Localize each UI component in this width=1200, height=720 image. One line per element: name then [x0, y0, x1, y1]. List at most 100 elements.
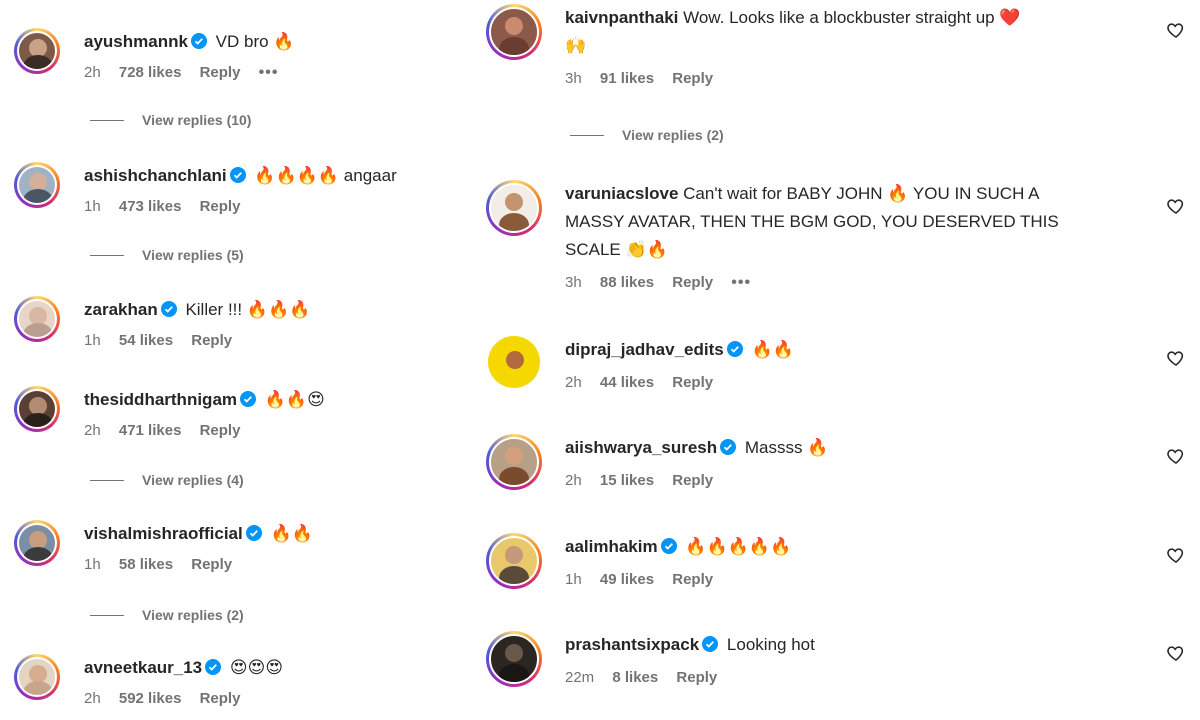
likes-count[interactable]: 44 likes [600, 374, 654, 391]
view-replies-button[interactable]: View replies (2) [90, 607, 244, 623]
comment-username[interactable]: prashantsixpack [565, 635, 699, 654]
view-replies-label: View replies (10) [142, 112, 252, 128]
comment-text: 🔥🔥 [751, 340, 794, 359]
comment-username[interactable]: avneetkaur_13 [84, 658, 202, 677]
verified-badge-icon [726, 341, 743, 357]
like-heart-icon[interactable] [1166, 348, 1186, 368]
likes-count[interactable]: 54 likes [119, 332, 173, 349]
comment-text-continued: 🙌 [565, 36, 587, 55]
reply-button[interactable]: Reply [672, 374, 713, 391]
likes-count[interactable]: 91 likes [600, 70, 654, 87]
avatar[interactable] [486, 180, 542, 236]
verified-badge-icon [240, 391, 257, 407]
avatar[interactable] [14, 296, 60, 342]
divider [90, 480, 124, 481]
verified-badge-icon [720, 439, 737, 455]
verified-badge-icon [205, 659, 222, 675]
likes-count[interactable]: 728 likes [119, 64, 182, 81]
comment-username[interactable]: aiishwarya_suresh [565, 438, 717, 457]
comment-text: Looking hot [726, 635, 815, 654]
likes-count[interactable]: 471 likes [119, 422, 182, 439]
comment-text: Massss 🔥 [744, 438, 829, 457]
avatar[interactable] [14, 520, 60, 566]
comment-username[interactable]: dipraj_jadhav_edits [565, 340, 724, 359]
comment-text: 🔥🔥 [270, 524, 313, 543]
comment-time: 2h [84, 690, 101, 707]
comment-username[interactable]: aalimhakim [565, 537, 658, 556]
comment-text: Killer !!! 🔥🔥🔥 [185, 300, 311, 319]
like-heart-icon[interactable] [1166, 446, 1186, 466]
reply-button[interactable]: Reply [200, 198, 241, 215]
reply-button[interactable]: Reply [672, 472, 713, 489]
comment-time: 22m [565, 669, 595, 686]
avatar[interactable] [486, 533, 542, 589]
comment-username[interactable]: zarakhan [84, 300, 158, 319]
comment-text: VD bro 🔥 [215, 32, 295, 51]
reply-button[interactable]: Reply [672, 274, 713, 291]
more-options-button[interactable]: ••• [731, 274, 751, 291]
comment-time: 1h [84, 556, 101, 573]
reply-button[interactable]: Reply [200, 422, 241, 439]
view-replies-button[interactable]: View replies (2) [570, 127, 724, 143]
view-replies-label: View replies (2) [622, 127, 724, 143]
comment-time: 2h [84, 64, 101, 81]
comment-time: 2h [565, 374, 582, 391]
comments-column-right: kaivnpanthaki Wow. Looks like a blockbus… [470, 0, 1200, 720]
reply-button[interactable]: Reply [191, 332, 232, 349]
divider [570, 135, 604, 136]
comment-username[interactable]: ayushmannk [84, 32, 188, 51]
comment-username[interactable]: thesiddharthnigam [84, 390, 237, 409]
verified-badge-icon [702, 636, 719, 652]
view-replies-button[interactable]: View replies (4) [90, 472, 244, 488]
comment-text: 🔥🔥😍 [264, 390, 325, 409]
comment-text: 🔥🔥🔥🔥 angaar [254, 166, 397, 185]
like-heart-icon[interactable] [1166, 20, 1186, 40]
verified-badge-icon [160, 301, 177, 317]
likes-count[interactable]: 49 likes [600, 571, 654, 588]
divider [90, 615, 124, 616]
avatar[interactable] [14, 28, 60, 74]
comment-username[interactable]: vishalmishraofficial [84, 524, 243, 543]
reply-button[interactable]: Reply [676, 669, 717, 686]
comment-time: 1h [84, 332, 101, 349]
view-replies-button[interactable]: View replies (10) [90, 112, 251, 128]
reply-button[interactable]: Reply [672, 70, 713, 87]
reply-button[interactable]: Reply [191, 556, 232, 573]
comment-time: 2h [565, 472, 582, 489]
avatar[interactable] [14, 654, 60, 700]
reply-button[interactable]: Reply [672, 571, 713, 588]
reply-button[interactable]: Reply [200, 64, 241, 81]
view-replies-button[interactable]: View replies (5) [90, 247, 244, 263]
view-replies-label: View replies (2) [142, 607, 244, 623]
divider [90, 255, 124, 256]
comment-text: 🔥🔥🔥🔥🔥 [685, 537, 792, 556]
likes-count[interactable]: 15 likes [600, 472, 654, 489]
like-heart-icon[interactable] [1166, 545, 1186, 565]
view-replies-label: View replies (5) [142, 247, 244, 263]
likes-count[interactable]: 58 likes [119, 556, 173, 573]
like-heart-icon[interactable] [1166, 643, 1186, 663]
likes-count[interactable]: 592 likes [119, 690, 182, 707]
reply-button[interactable]: Reply [200, 690, 241, 707]
like-heart-icon[interactable] [1166, 196, 1186, 216]
avatar[interactable] [486, 631, 542, 687]
likes-count[interactable]: 88 likes [600, 274, 654, 291]
comment-time: 3h [565, 274, 582, 291]
avatar[interactable] [14, 386, 60, 432]
verified-badge-icon [190, 33, 207, 49]
comment-username[interactable]: ashishchanchlani [84, 166, 227, 185]
avatar[interactable] [488, 336, 540, 388]
comment-text: Can't wait for BABY JOHN 🔥 YOU IN SUCH A [683, 184, 1040, 203]
comment-time: 1h [565, 571, 582, 588]
divider [90, 120, 124, 121]
comment-username[interactable]: kaivnpanthaki [565, 8, 678, 27]
comment-username[interactable]: varuniacslove [565, 184, 678, 203]
comment-text: 😍😍😍 [229, 658, 284, 677]
avatar[interactable] [486, 434, 542, 490]
verified-badge-icon [660, 538, 677, 554]
likes-count[interactable]: 473 likes [119, 198, 182, 215]
likes-count[interactable]: 8 likes [612, 669, 658, 686]
avatar[interactable] [486, 4, 542, 60]
avatar[interactable] [14, 162, 60, 208]
more-options-button[interactable]: ••• [259, 64, 279, 81]
